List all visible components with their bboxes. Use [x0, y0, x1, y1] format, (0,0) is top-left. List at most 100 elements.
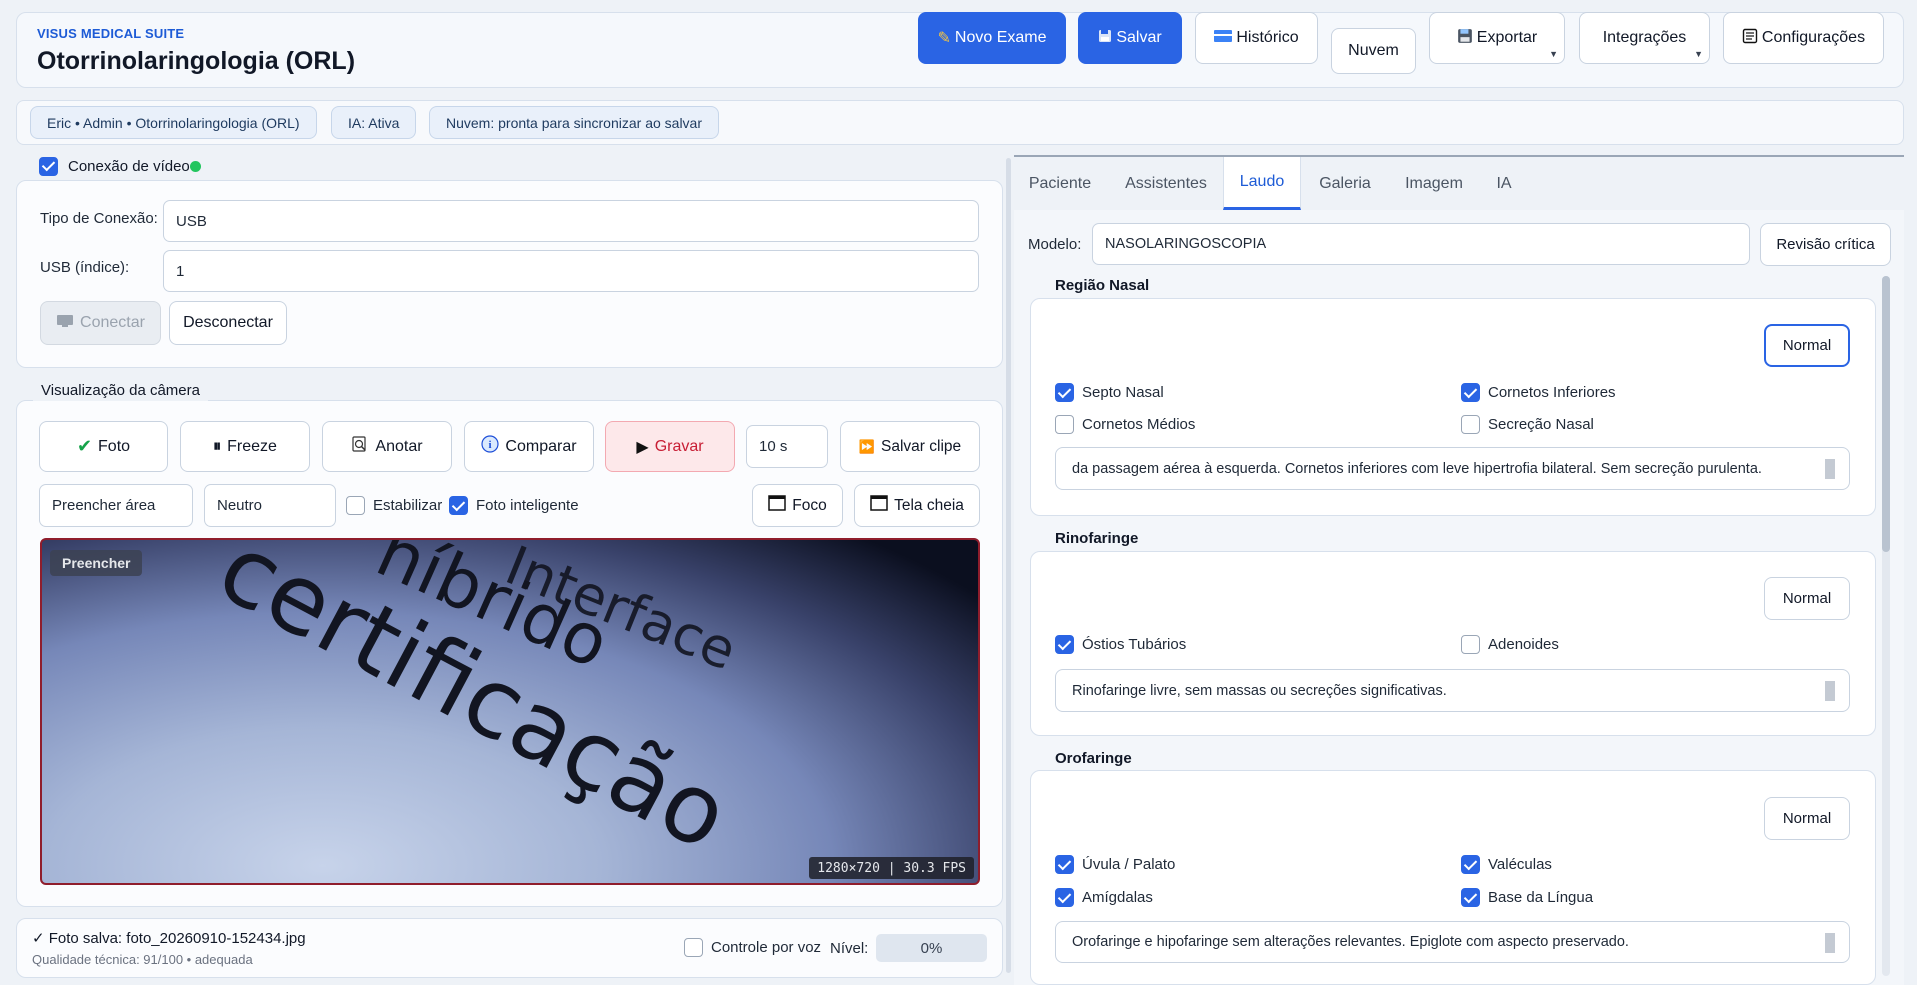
tab-paciente[interactable]: Paciente	[1014, 157, 1106, 210]
section-title: Rinofaringe	[1047, 528, 1147, 548]
section-title: Região Nasal	[1047, 275, 1158, 295]
camera-legend: Visualização da câmera	[33, 379, 208, 401]
window-icon	[768, 495, 787, 516]
normal-button[interactable]: Normal	[1764, 324, 1850, 367]
normal-button[interactable]: Normal	[1764, 797, 1850, 840]
tab-assistentes[interactable]: Assistentes	[1106, 157, 1226, 210]
stabilize-checkbox[interactable]	[346, 496, 365, 515]
connection-type-select[interactable]: USB	[163, 200, 979, 242]
camera-feed-image: Interface híbrido certificação	[201, 540, 746, 872]
record-button[interactable]: ▶ Gravar	[605, 421, 735, 472]
checkbox[interactable]	[1055, 635, 1074, 654]
check-icon: ✔	[76, 436, 93, 456]
annotate-button[interactable]: Anotar	[322, 421, 452, 472]
checkbox[interactable]	[1055, 888, 1074, 907]
user-badge: Eric • Admin • Otorrinolaringologia (ORL…	[30, 106, 317, 139]
disconnect-button[interactable]: Desconectar	[169, 301, 287, 345]
history-button[interactable]: Histórico	[1195, 12, 1318, 64]
voice-control-checkbox[interactable]	[684, 938, 703, 957]
checkbox[interactable]	[1055, 855, 1074, 874]
critical-review-button[interactable]: Revisão crítica	[1760, 223, 1891, 266]
usb-index-field[interactable]: 1	[163, 250, 979, 292]
camera-feed[interactable]: Interface híbrido certificação Preencher…	[40, 538, 980, 885]
folder-pen-icon: ✎	[937, 30, 951, 47]
textarea-scroll-thumb[interactable]	[1825, 681, 1835, 701]
splitter-handle[interactable]	[1006, 158, 1011, 973]
checkbox[interactable]	[1461, 383, 1480, 402]
connection-status-dot	[189, 160, 201, 172]
voice-control-toggle[interactable]: Controle por voz	[684, 938, 821, 957]
check-amigdalas[interactable]: Amígdalas	[1055, 888, 1153, 907]
chevron-down-icon: ▼	[1549, 49, 1558, 59]
tab-laudo[interactable]: Laudo	[1223, 157, 1301, 210]
fullscreen-button[interactable]: Tela cheia	[854, 484, 980, 527]
window-icon	[870, 495, 888, 516]
smart-photo-checkbox[interactable]	[449, 496, 468, 515]
play-icon: ▶	[636, 438, 649, 456]
svg-text:i: i	[489, 439, 492, 451]
check-valeculas[interactable]: Valéculas	[1461, 855, 1552, 874]
normal-button[interactable]: Normal	[1764, 577, 1850, 620]
checkbox[interactable]	[1055, 383, 1074, 402]
info-icon: i	[481, 435, 500, 458]
textarea-scroll-thumb[interactable]	[1825, 459, 1835, 479]
check-adenoides[interactable]: Adenoides	[1461, 635, 1559, 654]
tab-galeria[interactable]: Galeria	[1301, 157, 1389, 210]
focus-button[interactable]: Foco	[752, 484, 843, 527]
save-clip-button[interactable]: ⏩ Salvar clipe	[840, 421, 980, 472]
integrations-button[interactable]: Integrações ▼	[1579, 12, 1710, 64]
saved-photo-message: ✓ Foto salva: foto_20260910-152434.jpg	[32, 930, 306, 947]
check-ostios-tubarios[interactable]: Óstios Tubários	[1055, 635, 1186, 654]
clip-duration-select[interactable]: 10 s	[746, 425, 828, 468]
findings-textarea[interactable]: Orofaringe e hipofaringe sem alterações …	[1055, 921, 1850, 963]
findings-textarea[interactable]: da passagem aérea à esquerda. Cornetos i…	[1055, 447, 1850, 490]
usb-index-label: USB (índice):	[40, 259, 130, 276]
cloud-button[interactable]: Nuvem	[1331, 28, 1416, 74]
floppy-icon	[1098, 29, 1112, 48]
findings-textarea[interactable]: Rinofaringe livre, sem massas ou secreçõ…	[1055, 669, 1850, 712]
save-button[interactable]: Salvar	[1078, 12, 1182, 64]
report-scrollbar[interactable]	[1882, 276, 1890, 976]
stabilize-toggle[interactable]: Estabilizar	[346, 496, 442, 515]
check-septo-nasal[interactable]: Septo Nasal	[1055, 383, 1164, 402]
check-cornetos-inferiores[interactable]: Cornetos Inferiores	[1461, 383, 1616, 402]
check-uvula-palato[interactable]: Úvula / Palato	[1055, 855, 1175, 874]
connection-type-label: Tipo de Conexão:	[40, 210, 158, 227]
freeze-button[interactable]: ⏸ Freeze	[180, 421, 310, 472]
tab-ia[interactable]: IA	[1479, 157, 1529, 210]
video-connection-checkbox[interactable]	[39, 156, 58, 176]
compare-button[interactable]: i Comparar	[464, 421, 594, 472]
checkbox[interactable]	[1461, 888, 1480, 907]
scrollbar-thumb[interactable]	[1882, 276, 1890, 552]
textarea-scroll-thumb[interactable]	[1825, 933, 1835, 953]
pause-icon: ⏸	[213, 437, 222, 455]
history-icon	[1214, 29, 1233, 48]
settings-button[interactable]: Configurações	[1723, 12, 1884, 64]
photo-button[interactable]: ✔ Foto	[39, 421, 168, 472]
checkbox[interactable]	[1461, 635, 1480, 654]
check-cornetos-medios[interactable]: Cornetos Médios	[1055, 415, 1195, 434]
connect-button[interactable]: Conectar	[40, 301, 161, 345]
export-button[interactable]: Exportar ▼	[1429, 12, 1565, 64]
page-title: Otorrinolaringologia (ORL)	[37, 47, 356, 75]
color-mode-select[interactable]: Neutro	[204, 484, 336, 527]
video-connection-toggle[interactable]: Conexão de vídeo	[31, 155, 209, 177]
fill-mode-select[interactable]: Preencher área	[39, 484, 193, 527]
check-base-da-lingua[interactable]: Base da Língua	[1461, 888, 1593, 907]
fill-mode-overlay: Preencher	[50, 550, 143, 576]
model-label: Modelo:	[1028, 236, 1082, 253]
new-exam-button[interactable]: ✎ Novo Exame	[918, 12, 1066, 64]
model-select[interactable]: NASOLARINGOSCOPIA	[1092, 223, 1750, 265]
monitor-icon	[56, 314, 74, 333]
checkbox[interactable]	[1461, 415, 1480, 434]
document-icon	[1742, 28, 1758, 49]
cloud-status-badge: Nuvem: pronta para sincronizar ao salvar	[429, 106, 720, 139]
check-secrecao-nasal[interactable]: Secreção Nasal	[1461, 415, 1594, 434]
level-meter: 0%	[876, 934, 987, 962]
tab-imagem[interactable]: Imagem	[1389, 157, 1479, 210]
smart-photo-toggle[interactable]: Foto inteligente	[449, 496, 579, 515]
checkbox[interactable]	[1055, 415, 1074, 434]
checkbox[interactable]	[1461, 855, 1480, 874]
annotate-icon	[351, 435, 369, 458]
ai-status-badge: IA: Ativa	[331, 106, 417, 139]
